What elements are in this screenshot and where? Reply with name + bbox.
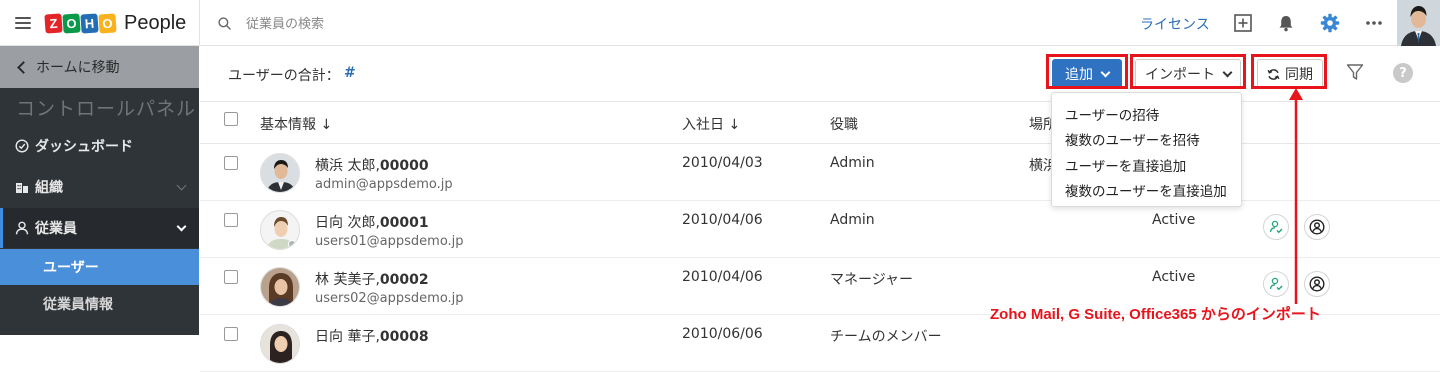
sidebar-item-label: 組織: [35, 180, 63, 196]
home-link-label: ホームに移動: [36, 60, 120, 76]
back-to-home-link[interactable]: ホームに移動: [0, 46, 199, 88]
annotation-text: Zoho Mail, G Suite, Office365 からのインポート: [990, 306, 1321, 323]
top-header: Z O H O People ライセンス: [0, 0, 1440, 46]
app-name: People: [124, 11, 187, 34]
column-header-join-date[interactable]: 入社日 ↓: [682, 114, 740, 134]
select-all-checkbox[interactable]: [224, 112, 238, 126]
license-link[interactable]: ライセンス: [1140, 14, 1210, 34]
table-header: 基本情報 ↓ 入社日 ↓ 役職 場所: [200, 102, 1440, 144]
employee-role: Admin: [830, 212, 875, 228]
user-check-icon: [1269, 277, 1283, 291]
header-divider: [199, 0, 200, 46]
employee-id: 00002: [379, 272, 429, 288]
bell-icon[interactable]: [1277, 14, 1295, 32]
sidebar-subitem-users[interactable]: ユーザー: [0, 249, 199, 285]
employee-id: 00000: [379, 158, 429, 174]
user-access-button[interactable]: [1263, 214, 1289, 240]
user-circle-icon: [1309, 276, 1325, 292]
hamburger-menu-icon[interactable]: [15, 17, 31, 29]
sidebar-item-dashboard[interactable]: ダッシュボード: [0, 126, 199, 166]
sidebar-item-employees[interactable]: 従業員: [0, 208, 199, 248]
employee-id: 00008: [379, 329, 429, 345]
chevron-down-icon: [176, 221, 187, 232]
employee-id: 00001: [379, 215, 429, 231]
sidebar: ホームに移動 コントロールパネル ダッシュボード 組織 従業員 ユーザー 従業員…: [0, 46, 199, 335]
sidebar-subitem-employee-info[interactable]: 従業員情報: [0, 286, 199, 322]
employee-name-text: 日向 次郎,: [315, 215, 380, 231]
logo-letter: O: [62, 12, 81, 34]
menu-item-invite-user[interactable]: ユーザーの招待: [1052, 101, 1241, 127]
help-icon[interactable]: ?: [1393, 63, 1413, 83]
row-checkbox[interactable]: [224, 213, 238, 227]
highlight-sync-button: [1251, 54, 1327, 89]
employee-role: マネージャー: [830, 272, 914, 288]
menu-item-invite-multiple-users[interactable]: 複数のユーザーを招待: [1052, 127, 1241, 153]
sidebar-item-label: 従業員: [35, 221, 77, 237]
zoho-people-logo[interactable]: Z O H O People: [44, 11, 187, 35]
table-row[interactable]: 日向 次郎,00001 users01@appsdemo.jp 2010/04/…: [200, 201, 1440, 258]
highlight-add-button: [1046, 54, 1128, 89]
sidebar-item-organization[interactable]: 組織: [0, 167, 199, 207]
column-header-basic-info[interactable]: 基本情報 ↓: [260, 114, 332, 134]
row-checkbox[interactable]: [224, 156, 238, 170]
gear-icon[interactable]: [1320, 13, 1340, 33]
add-dropdown-menu: ユーザーの招待 複数のユーザーを招待 ユーザーを直接追加 複数のユーザーを直接追…: [1051, 92, 1242, 207]
logo-letter: Z: [44, 12, 63, 34]
employee-role: チームのメンバー: [830, 329, 942, 345]
employee-name[interactable]: 日向 華子,00008: [315, 326, 429, 346]
user-circle-icon: [1309, 219, 1325, 235]
join-date: 2010/04/06: [682, 269, 763, 285]
menu-item-add-user-directly[interactable]: ユーザーを直接追加: [1052, 152, 1241, 178]
dashboard-icon: [15, 139, 29, 153]
row-checkbox[interactable]: [224, 327, 238, 341]
building-icon: [16, 183, 28, 193]
logo-letter: O: [98, 12, 117, 34]
menu-item-add-multiple-users-directly[interactable]: 複数のユーザーを直接追加: [1052, 178, 1241, 204]
user-check-icon: [1269, 220, 1283, 234]
employee-status: Active: [1152, 212, 1196, 228]
employee-email: users01@appsdemo.jp: [315, 234, 464, 249]
user-profile-button[interactable]: [1304, 214, 1330, 240]
user-access-button[interactable]: [1263, 271, 1289, 297]
sidebar-item-label: ダッシュボード: [35, 139, 133, 155]
table-row[interactable]: 横浜 太郎,00000 admin@appsdemo.jp 2010/04/03…: [200, 144, 1440, 201]
annotation-arrow: [1289, 88, 1303, 304]
user-total-count: #: [344, 65, 356, 81]
highlight-import-button: [1130, 54, 1246, 89]
user-profile-button[interactable]: [1304, 271, 1330, 297]
user-icon: [15, 221, 29, 235]
employee-photo: [260, 153, 300, 193]
user-avatar[interactable]: [1397, 0, 1440, 46]
row-checkbox[interactable]: [224, 270, 238, 284]
employee-name-text: 日向 華子,: [315, 329, 380, 345]
column-header-label: 基本情報: [260, 117, 316, 133]
employee-photo: [260, 324, 300, 364]
employee-name[interactable]: 林 芙美子,00002: [315, 269, 429, 289]
search-icon[interactable]: [218, 17, 231, 30]
filter-icon[interactable]: [1346, 63, 1364, 81]
employee-name-text: 横浜 太郎,: [315, 158, 380, 174]
join-date: 2010/06/06: [682, 326, 763, 342]
join-date: 2010/04/03: [682, 155, 763, 171]
logo-letter: H: [80, 12, 99, 34]
employee-email: users02@appsdemo.jp: [315, 291, 464, 306]
employee-name-text: 林 芙美子,: [315, 272, 380, 288]
chevron-down-icon: [176, 180, 187, 191]
add-square-icon[interactable]: [1234, 14, 1252, 32]
join-date: 2010/04/06: [682, 212, 763, 228]
user-total-label: ユーザーの合計：: [228, 68, 340, 84]
chevron-left-icon: [17, 60, 30, 74]
employee-photo: [260, 210, 300, 250]
more-icon[interactable]: [1365, 14, 1383, 32]
employee-name[interactable]: 横浜 太郎,00000: [315, 155, 429, 175]
column-header-role[interactable]: 役職: [830, 114, 858, 134]
employee-name[interactable]: 日向 次郎,00001: [315, 212, 429, 232]
column-header-label: 入社日: [682, 117, 724, 133]
employee-email: admin@appsdemo.jp: [315, 177, 453, 192]
employee-search-input[interactable]: [246, 12, 646, 36]
employee-photo: [260, 267, 300, 307]
control-panel-title: コントロールパネル: [16, 98, 197, 120]
employee-status: Active: [1152, 269, 1196, 285]
employee-role: Admin: [830, 155, 875, 171]
